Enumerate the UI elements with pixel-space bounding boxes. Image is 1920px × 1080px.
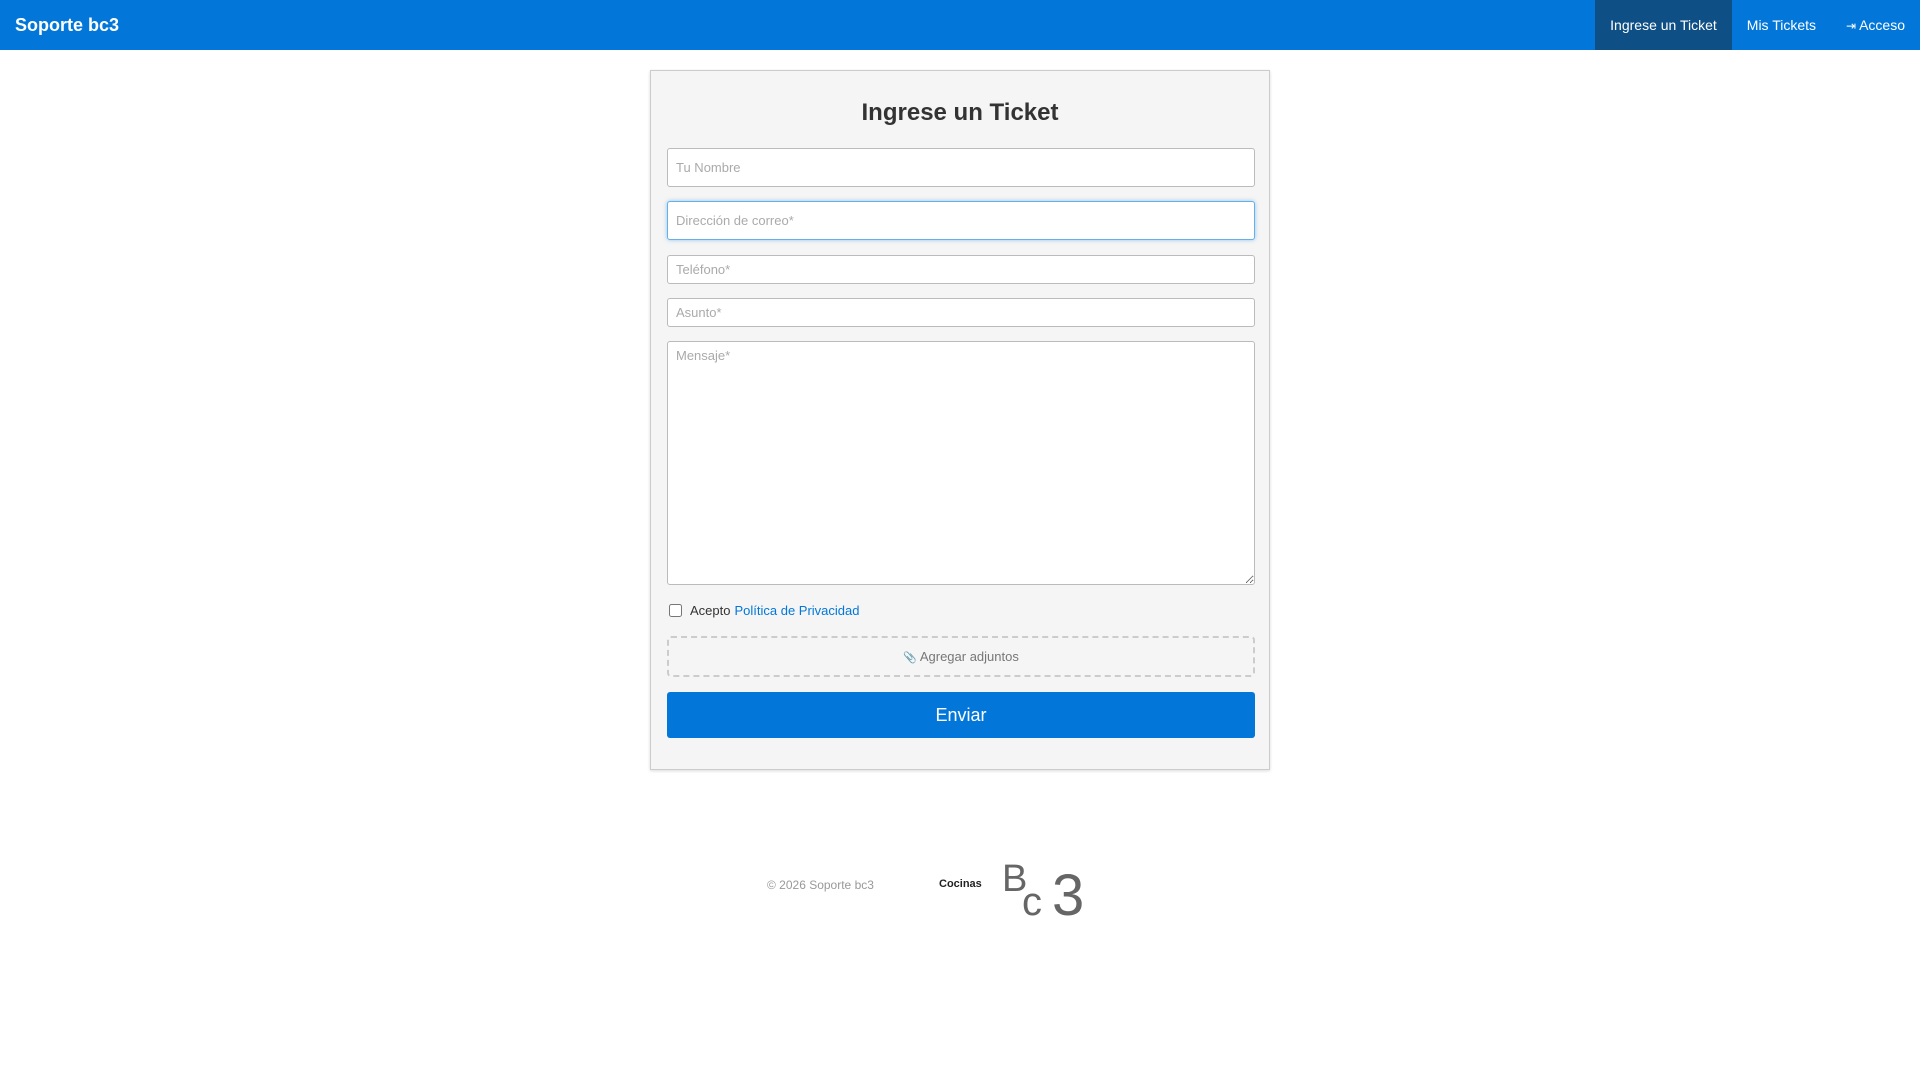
privacy-policy-link[interactable]: Política de Privacidad — [734, 603, 859, 618]
privacy-consent: Acepto Política de Privacidad — [667, 601, 860, 619]
nav-item-ingrese-ticket[interactable]: Ingrese un Ticket — [1595, 0, 1732, 50]
message-textarea[interactable] — [667, 341, 1255, 585]
form-title: Ingrese un Ticket — [861, 99, 1059, 126]
brand-link[interactable]: Soporte bc3 — [15, 0, 119, 50]
privacy-prefix: Acepto — [690, 602, 731, 618]
email-input[interactable] — [667, 201, 1255, 240]
navbar: Soporte bc3 Ingrese un Ticket Mis Ticket… — [0, 0, 1920, 50]
svg-text:3: 3 — [1052, 863, 1084, 917]
nav-item-acceso-label: Acceso — [1859, 17, 1905, 33]
subject-input[interactable] — [667, 298, 1255, 327]
submit-button[interactable]: Enviar — [667, 692, 1255, 738]
add-attachments-button[interactable]: 📎 Agregar adjuntos — [667, 636, 1255, 677]
bc3-logo: B c 3 — [1002, 858, 1084, 917]
svg-text:c: c — [1022, 880, 1042, 917]
nav-menu: Ingrese un Ticket Mis Tickets ⇥ Acceso — [1595, 0, 1920, 50]
paperclip-icon: 📎 — [903, 652, 917, 664]
ticket-form-panel: Ingrese un Ticket Acepto Política de Pri… — [650, 70, 1270, 770]
privacy-checkbox[interactable] — [669, 603, 682, 617]
name-input[interactable] — [667, 148, 1255, 187]
footer-copyright: © 2026 Soporte bc3 — [767, 878, 874, 892]
sign-in-icon: ⇥ — [1846, 19, 1857, 33]
nav-item-mis-tickets[interactable]: Mis Tickets — [1732, 0, 1831, 50]
phone-input[interactable] — [667, 255, 1255, 284]
nav-item-acceso[interactable]: ⇥ Acceso — [1831, 0, 1920, 50]
add-attachments-label: Agregar adjuntos — [919, 649, 1019, 664]
footer-logo-caption: Cocinas — [939, 878, 982, 890]
